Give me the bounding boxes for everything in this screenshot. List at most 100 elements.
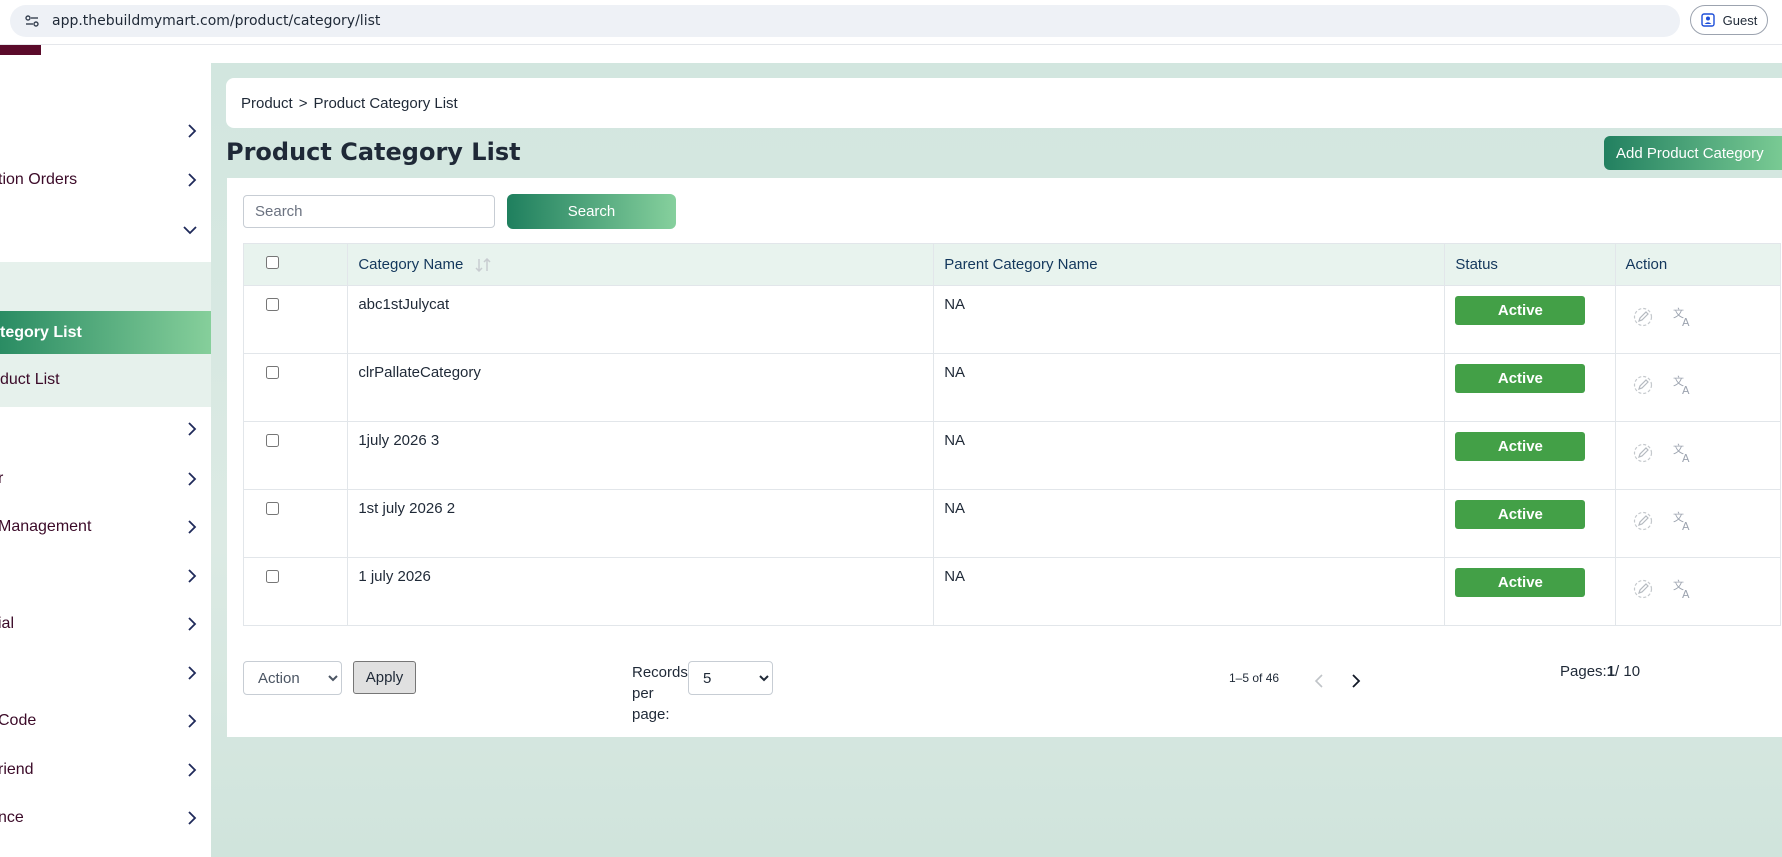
table-header-row: Category Name Parent Category Name Statu… xyxy=(242,243,1782,286)
edit-icon[interactable] xyxy=(1632,578,1654,600)
action-cell: 文A xyxy=(1614,557,1782,626)
sidebar: tion Orders tegory List duct List r Mana… xyxy=(0,45,211,857)
action-cell: 文A xyxy=(1614,285,1782,354)
total-pages: / 10 xyxy=(1615,663,1641,680)
chevron-right-icon xyxy=(187,617,197,631)
row-checkbox[interactable] xyxy=(266,502,279,515)
table-row: 1july 2026 3 NA Active 文A xyxy=(242,421,1782,490)
chevron-right-icon xyxy=(187,811,197,825)
chevron-right-icon xyxy=(187,124,197,138)
sidebar-item-5[interactable]: r xyxy=(0,458,211,500)
row-select-cell xyxy=(242,353,349,422)
sidebar-item-code[interactable]: Code xyxy=(0,700,211,742)
row-select-cell xyxy=(242,285,349,354)
sidebar-item-7[interactable] xyxy=(0,555,211,597)
status-badge[interactable]: Active xyxy=(1455,296,1586,325)
sidebar-subitem-category-list[interactable]: tegory List xyxy=(0,311,211,354)
status-badge[interactable]: Active xyxy=(1455,500,1586,529)
status-badge[interactable]: Active xyxy=(1455,432,1586,461)
table-row: 1 july 2026 NA Active 文A xyxy=(242,557,1782,626)
sidebar-item-9[interactable] xyxy=(0,652,211,694)
page-title: Product Category List xyxy=(226,138,521,166)
sidebar-subitem-product-list[interactable]: duct List xyxy=(0,360,211,400)
parent-category-cell: NA xyxy=(933,557,1446,626)
translate-icon[interactable]: 文A xyxy=(1671,306,1693,328)
profile-label: Guest xyxy=(1722,12,1758,28)
row-checkbox[interactable] xyxy=(266,434,279,447)
sidebar-item-label: tion Orders xyxy=(0,171,78,188)
translate-icon[interactable]: 文A xyxy=(1671,510,1693,532)
sidebar-item-label: riend xyxy=(0,761,34,778)
sidebar-item-label: nce xyxy=(0,809,24,826)
sidebar-item-nce[interactable]: nce xyxy=(0,797,211,839)
sidebar-item-management[interactable]: Management xyxy=(0,506,211,548)
select-all-checkbox[interactable] xyxy=(266,256,279,269)
add-product-category-button[interactable]: Add Product Category xyxy=(1604,136,1782,170)
row-select-cell xyxy=(242,421,349,490)
breadcrumb-root[interactable]: Product xyxy=(241,95,293,112)
status-cell: Active xyxy=(1444,421,1616,490)
chevron-right-icon xyxy=(187,763,197,777)
category-table: Category Name Parent Category Name Statu… xyxy=(242,243,1782,626)
translate-icon[interactable]: 文A xyxy=(1671,374,1693,396)
main-content: Product > Product Category List Product … xyxy=(211,63,1782,857)
category-name-cell: clrPallateCategory xyxy=(347,353,935,422)
pagination-range: 1–5 of 46 xyxy=(1229,671,1280,685)
chevron-left-icon xyxy=(1314,674,1323,688)
chevron-right-icon xyxy=(187,422,197,436)
pages-indicator: Pages:1/ 10 xyxy=(1560,663,1640,680)
parent-category-cell: NA xyxy=(933,353,1446,422)
url-field[interactable]: app.thebuildmymart.com/product/category/… xyxy=(10,5,1680,37)
apply-button[interactable]: Apply xyxy=(353,661,416,694)
header-label: Category Name xyxy=(358,256,464,273)
svg-text:A: A xyxy=(1682,520,1690,532)
sidebar-item-1[interactable] xyxy=(0,110,211,152)
edit-icon[interactable] xyxy=(1632,374,1654,396)
header-status: Status xyxy=(1444,243,1616,286)
url-text: app.thebuildmymart.com/product/category/… xyxy=(52,13,381,29)
edit-icon[interactable] xyxy=(1632,510,1654,532)
records-per-page-select[interactable]: 5 xyxy=(688,661,773,695)
edit-icon[interactable] xyxy=(1632,442,1654,464)
svg-text:A: A xyxy=(1682,316,1690,328)
site-settings-icon[interactable] xyxy=(24,13,40,29)
category-name-cell: abc1stJulycat xyxy=(347,285,935,354)
svg-text:A: A xyxy=(1682,588,1690,600)
category-name-cell: 1july 2026 3 xyxy=(347,421,935,490)
bulk-action-select[interactable]: Action xyxy=(243,661,342,695)
table-row: 1st july 2026 2 NA Active 文A xyxy=(242,489,1782,558)
status-cell: Active xyxy=(1444,557,1616,626)
parent-category-cell: NA xyxy=(933,285,1446,354)
sort-icon[interactable] xyxy=(474,258,494,273)
brand-logo-strip xyxy=(0,45,41,55)
row-checkbox[interactable] xyxy=(266,366,279,379)
translate-icon[interactable]: 文A xyxy=(1671,578,1693,600)
sidebar-subitem-label: duct List xyxy=(0,371,60,388)
sidebar-item-friend[interactable]: riend xyxy=(0,749,211,791)
header-category-name[interactable]: Category Name xyxy=(347,243,935,286)
search-input[interactable] xyxy=(243,195,495,228)
category-name-cell: 1 july 2026 xyxy=(347,557,935,626)
status-badge[interactable]: Active xyxy=(1455,568,1586,597)
category-name-cell: 1st july 2026 2 xyxy=(347,489,935,558)
chevron-right-icon xyxy=(187,520,197,534)
action-cell: 文A xyxy=(1614,421,1782,490)
next-page-button[interactable] xyxy=(1346,671,1366,691)
row-checkbox[interactable] xyxy=(266,570,279,583)
sidebar-item-product[interactable] xyxy=(0,209,211,251)
sidebar-item-4[interactable] xyxy=(0,408,211,450)
header-parent-category: Parent Category Name xyxy=(933,243,1446,286)
table-row: abc1stJulycat NA Active 文A xyxy=(242,285,1782,354)
parent-category-cell: NA xyxy=(933,421,1446,490)
sidebar-item-orders[interactable]: tion Orders xyxy=(0,159,211,201)
sidebar-item-8[interactable]: ial xyxy=(0,603,211,645)
row-checkbox[interactable] xyxy=(266,298,279,311)
translate-icon[interactable]: 文A xyxy=(1671,442,1693,464)
search-button[interactable]: Search xyxy=(507,194,676,229)
row-select-cell xyxy=(242,489,349,558)
edit-icon[interactable] xyxy=(1632,306,1654,328)
previous-page-button[interactable] xyxy=(1309,671,1329,691)
status-badge[interactable]: Active xyxy=(1455,364,1586,393)
status-cell: Active xyxy=(1444,285,1616,354)
profile-button[interactable]: Guest xyxy=(1690,5,1768,35)
